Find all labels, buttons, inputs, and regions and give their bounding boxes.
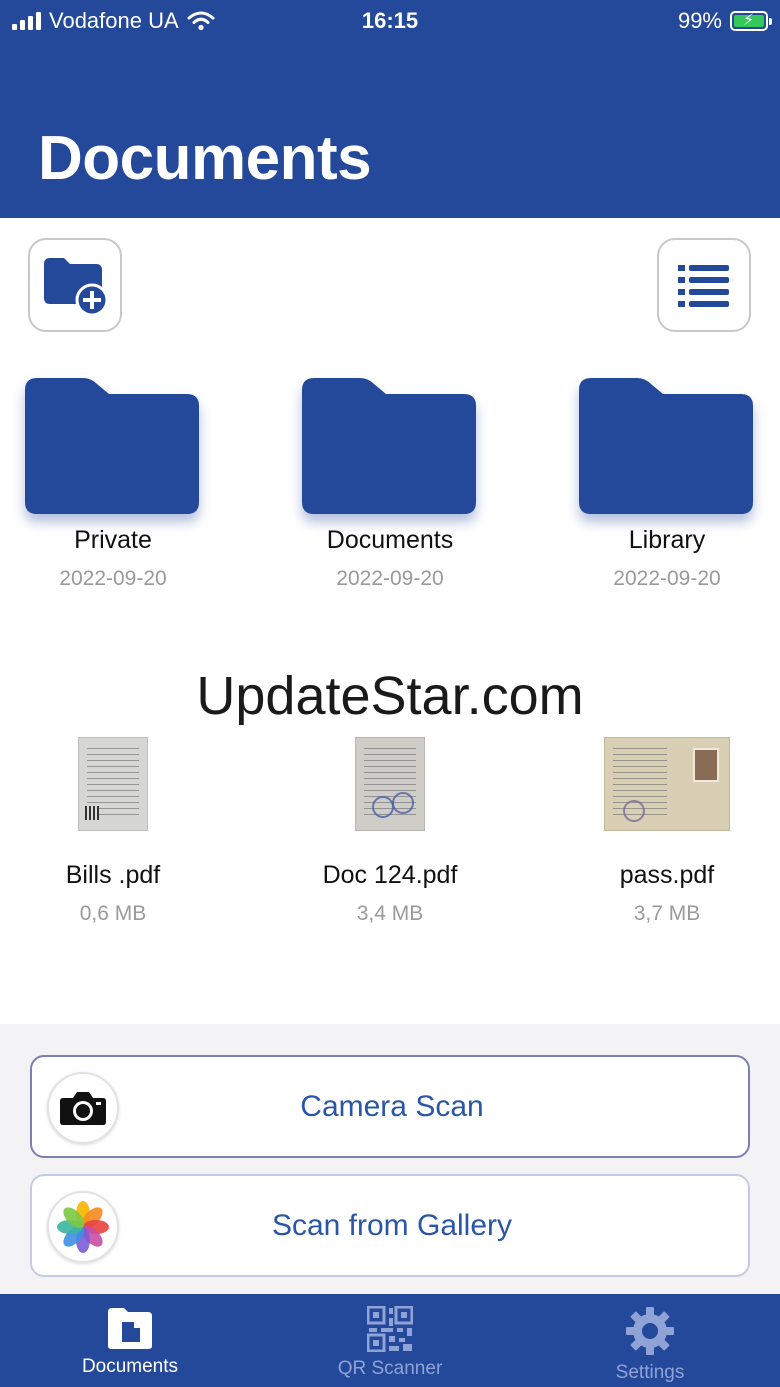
tab-label: Settings: [615, 1362, 685, 1383]
page-title: Documents: [38, 124, 372, 193]
passport-thumbnail: [604, 737, 730, 831]
list-view-button[interactable]: [657, 238, 751, 332]
folder-icon: [25, 378, 199, 514]
new-folder-button[interactable]: [28, 238, 122, 332]
file-name: Bills .pdf: [65, 861, 161, 889]
folder-icon: [579, 378, 753, 514]
file-size: 3,7 MB: [633, 902, 701, 925]
file-item-doc-124[interactable]: Doc 124.pdf 3,4 MB: [280, 737, 500, 926]
qr-code-icon: [367, 1306, 413, 1352]
documents-folder-icon: [108, 1308, 152, 1349]
tab-bar: Documents QR Scanner Settings: [0, 1294, 780, 1387]
battery-icon: ⚡: [730, 11, 772, 31]
tab-settings[interactable]: Settings: [520, 1294, 780, 1387]
folder-item-documents[interactable]: Documents 2022-09-20: [290, 376, 490, 591]
folder-item-library[interactable]: Library 2022-09-20: [567, 376, 767, 591]
file-item-bills[interactable]: Bills .pdf 0,6 MB: [3, 737, 223, 926]
watermark: UpdateStar.com: [196, 666, 584, 726]
tab-label: Documents: [81, 1356, 179, 1377]
folder-date: 2022-09-20: [336, 567, 444, 590]
status-bar: Vodafone UA 16:15 99% ⚡: [0, 0, 780, 40]
folder-date: 2022-09-20: [613, 567, 721, 590]
file-item-pass[interactable]: pass.pdf 3,7 MB: [557, 737, 777, 926]
folder-icon: [302, 378, 476, 514]
tab-label: QR Scanner: [337, 1358, 443, 1379]
tab-documents[interactable]: Documents: [0, 1294, 260, 1387]
gear-icon: [626, 1307, 674, 1355]
tab-qr-scanner[interactable]: QR Scanner: [260, 1294, 520, 1387]
folder-date: 2022-09-20: [59, 567, 167, 590]
folder-name: Documents: [326, 526, 454, 554]
folder-name: Library: [628, 526, 706, 554]
folder-item-private[interactable]: Private 2022-09-20: [13, 376, 213, 591]
camera-scan-label: Camera Scan: [300, 1090, 484, 1123]
file-size: 0,6 MB: [79, 902, 147, 925]
folder-name: Private: [74, 526, 152, 554]
header-bar: Vodafone UA 16:15 99% ⚡ Documents: [0, 0, 780, 218]
scan-from-gallery-label: Scan from Gallery: [271, 1209, 513, 1242]
camera-scan-button[interactable]: Camera Scan: [30, 1055, 750, 1158]
document-thumbnail: [78, 737, 148, 831]
file-size: 3,4 MB: [356, 902, 424, 925]
folder-plus-icon: [44, 258, 109, 316]
file-name: pass.pdf: [619, 861, 715, 889]
clock: 16:15: [361, 8, 419, 33]
scan-from-gallery-button[interactable]: Scan from Gallery: [30, 1174, 750, 1277]
file-name: Doc 124.pdf: [322, 861, 458, 889]
list-icon: [678, 265, 729, 307]
battery-percent: 99%: [677, 8, 722, 33]
document-thumbnail: [355, 737, 425, 831]
